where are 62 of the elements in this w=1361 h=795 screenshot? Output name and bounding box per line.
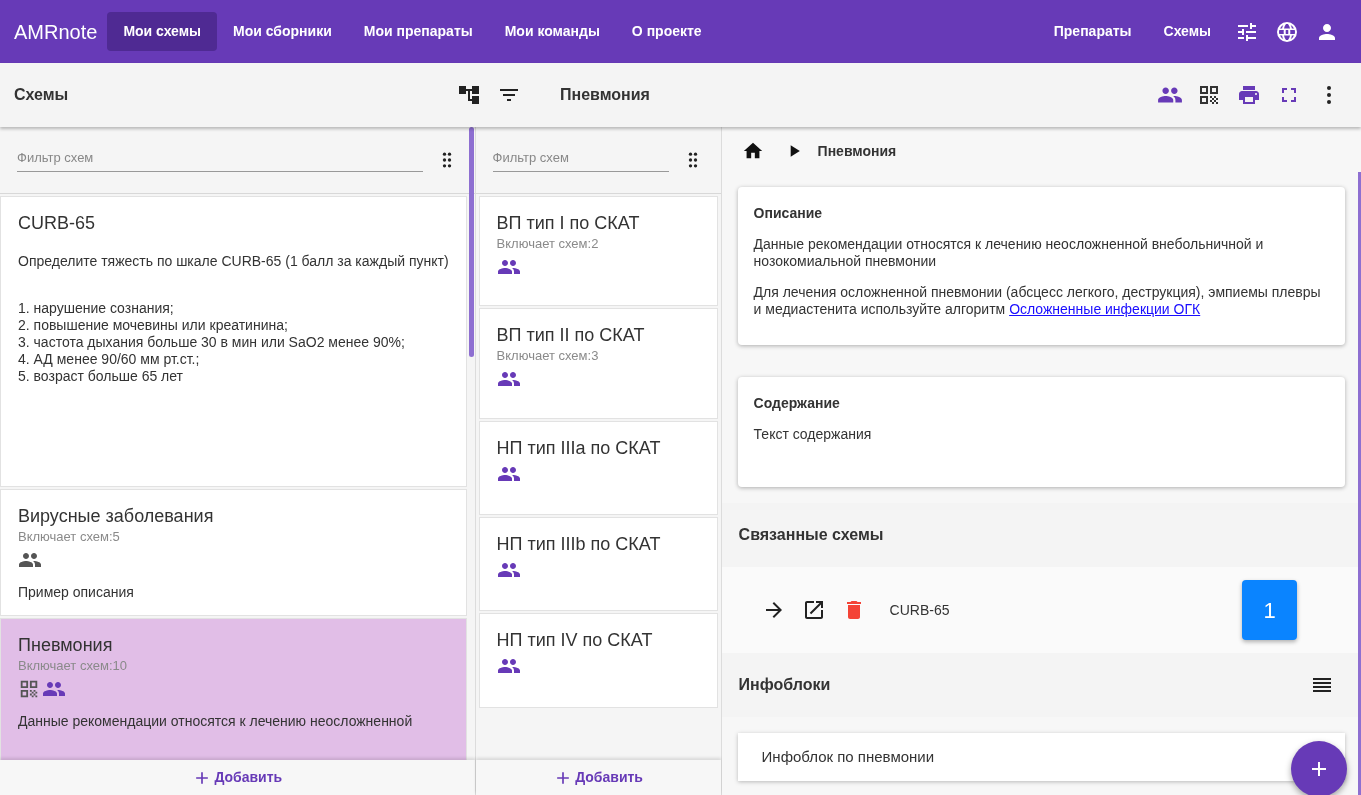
scheme-count: Включает схем:3 <box>496 347 600 365</box>
scheme-title: Вирусные заболевания <box>18 505 215 528</box>
nav-tab[interactable]: О проекте <box>615 12 718 51</box>
scheme-title: ВП тип I по СКАТ <box>496 212 641 235</box>
filter-field[interactable]: Фильтр схем <box>17 147 423 173</box>
scheme-title: CURB-65 <box>18 212 97 235</box>
description-text: Данные рекомендации относятся к лечению неосложненной <box>18 713 414 730</box>
scrollbar[interactable] <box>468 127 474 357</box>
add-button[interactable]: Добавить <box>0 760 475 795</box>
description-text: 3. частота дыхания больше 30 в мин или SaO2 менее 90%; <box>18 334 406 351</box>
scheme-card[interactable]: ВП тип I по СКАТ Включает схем:2 <box>478 196 718 306</box>
nav-tab[interactable]: Мои схемы <box>107 12 218 51</box>
infoblock-title: Инфоблок по пневмонии <box>761 746 935 767</box>
description-text: 1. нарушение сознания; <box>18 300 175 317</box>
breadcrumb-item[interactable]: Пневмония <box>817 140 897 162</box>
count-badge: 1 <box>1242 580 1297 640</box>
scheme-card[interactable]: Вирусные заболевания Включает схем:5 Пример описания <box>0 489 467 616</box>
card-text: Данные рекомендации относятся к лечению неосложненной внебольничной и нозокомиальной пневмонии <box>753 236 1265 270</box>
scheme-card[interactable]: Пневмония Включает схем:10 Данные рекомендации относятся к лечению неосложненной <box>0 618 467 760</box>
card-title: Содержание <box>753 394 841 413</box>
brand-logo[interactable]: AMRnote <box>14 16 98 47</box>
scheme-title: Пневмония <box>18 634 114 657</box>
nav-tab[interactable]: Мои команды <box>488 12 616 51</box>
add-button[interactable]: Добавить <box>475 760 721 795</box>
scheme-card[interactable] <box>0 196 467 487</box>
card-title: Описание <box>753 204 824 223</box>
scheme-card[interactable]: ВП тип II по СКАТ Включает схем:3 <box>478 308 718 419</box>
filter-field[interactable]: Фильтр схем <box>492 147 669 173</box>
card-text: Для лечения осложненной пневмонии (абсцесс легкого, деструкция), эмпиемы плевры и медиастенита используйте алгоритм Осложненные инфекции ОГК <box>753 284 1322 318</box>
description-text: 4. АД менее 90/60 мм рт.ст.; <box>18 351 201 368</box>
print-icon[interactable] <box>1237 83 1261 107</box>
add-fab[interactable] <box>1291 741 1347 795</box>
scrollbar[interactable] <box>1358 172 1361 795</box>
scheme-title: Пневмония <box>560 85 651 105</box>
scheme-card[interactable]: НП тип IV по СКАТ <box>478 613 718 708</box>
card-text: Текст содержания <box>753 426 873 443</box>
scheme-card[interactable]: НП тип IIIb по СКАТ <box>478 517 718 611</box>
scheme-count: Включает схем:10 <box>18 657 128 675</box>
scheme-title: НП тип IV по СКАТ <box>496 629 654 652</box>
nav-link[interactable]: Препараты <box>1037 21 1148 42</box>
section-title: Инфоблоки <box>738 675 832 695</box>
nav-tab[interactable]: Мои сборники <box>217 12 348 51</box>
algorithm-link[interactable]: Осложненные инфекции ОГК <box>1009 301 1201 317</box>
scheme-count: Включает схем:5 <box>18 528 121 546</box>
nav-link[interactable]: Схемы <box>1147 21 1227 42</box>
description-text: 5. возраст больше 65 лет <box>18 368 184 385</box>
section-title: Связанные схемы <box>738 525 884 545</box>
nav-tab[interactable]: Мои препараты <box>347 12 489 51</box>
scheme-title: НП тип IIIa по СКАТ <box>496 437 662 460</box>
infoblock-card[interactable]: Инфоблок по пневмонии <box>737 733 1345 781</box>
description-text: Пример описания <box>18 584 135 601</box>
panel-title: Схемы <box>14 85 70 105</box>
tree-view-icon[interactable] <box>457 83 481 107</box>
description-text: Определите тяжесть по шкале CURB-65 (1 балл за каждый пункт) <box>18 253 449 270</box>
qr-code-icon[interactable] <box>1197 83 1221 107</box>
scheme-title: НП тип IIIb по СКАТ <box>496 533 662 556</box>
related-scheme-name: CURB-65 <box>889 600 951 620</box>
description-text: 2. повышение мочевины или креатинина; <box>18 317 289 334</box>
scheme-card[interactable]: НП тип IIIa по СКАТ <box>478 421 718 515</box>
scheme-title: ВП тип II по СКАТ <box>496 324 646 347</box>
globe-icon[interactable] <box>1275 19 1299 44</box>
scheme-count: Включает схем:2 <box>496 235 600 253</box>
